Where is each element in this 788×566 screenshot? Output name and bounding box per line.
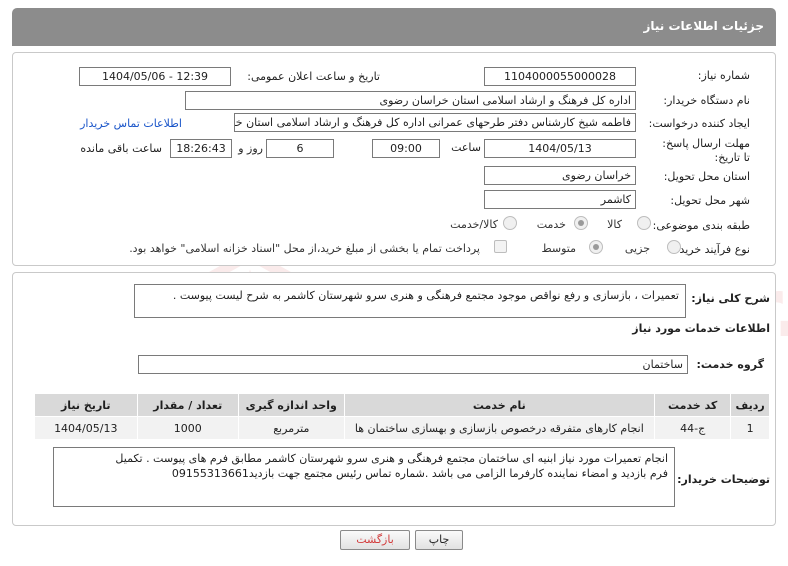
buyer-contact-link[interactable]: اطلاعات تماس خریدار: [80, 117, 182, 130]
cell-unit: مترمربع: [238, 416, 345, 440]
category-option-goods: کالا: [607, 218, 622, 231]
need-number-field[interactable]: 1104000055000028: [484, 67, 636, 86]
cell-date: 1404/05/13: [34, 416, 138, 440]
province-field[interactable]: خراسان رضوی: [484, 166, 636, 185]
days-remaining-field[interactable]: 6: [266, 139, 334, 158]
city-field[interactable]: کاشمر: [484, 190, 636, 209]
buyer-notes-line-1: انجام تعمیرات مورد نیاز ابنیه ای ساختمان…: [115, 452, 668, 465]
deadline-label: مهلت ارسال پاسخ: تا تاریخ:: [662, 137, 750, 164]
services-table: ردیف کد خدمت نام خدمت واحد اندازه گیری ت…: [34, 393, 770, 440]
category-option-service: خدمت: [536, 218, 566, 231]
buyer-notes-textarea[interactable]: انجام تعمیرات مورد نیاز ابنیه ای ساختمان…: [53, 447, 675, 507]
creator-field[interactable]: فاطمه شیخ کارشناس دفتر طرحهای عمرانی ادا…: [234, 113, 636, 132]
buyer-notes-line-2: فرم بازدید و امضاء نماینده کارفرما الزام…: [171, 467, 668, 480]
process-option-minor: جزیی: [624, 242, 650, 255]
buyer-org-label: نام دستگاه خریدار:: [663, 94, 750, 107]
category-label: طبقه بندی موضوعی:: [652, 219, 750, 232]
category-radio-service[interactable]: [574, 216, 588, 230]
need-number-label: شماره نیاز:: [697, 69, 750, 82]
announce-label: تاریخ و ساعت اعلان عمومی:: [247, 70, 380, 83]
process-radio-minor[interactable]: [667, 240, 681, 254]
process-radio-medium[interactable]: [589, 240, 603, 254]
treasury-note: پرداخت تمام یا بخشی از مبلغ خرید،از محل …: [129, 242, 480, 255]
description-label: شرح کلی نیاز:: [691, 292, 770, 305]
process-option-medium: متوسط: [541, 242, 576, 255]
cell-code: ج-44: [654, 416, 732, 440]
cell-name: انجام کارهای متفرقه درخصوص بازسازی و بهس…: [343, 416, 656, 440]
treasury-checkbox[interactable]: [494, 240, 507, 253]
buyer-notes-label: توضیحات خریدار:: [677, 473, 770, 486]
category-radio-goods-service[interactable]: [503, 216, 517, 230]
description-textarea[interactable]: تعمیرات ، بازسازی و رفع نواقص موجود مجتم…: [134, 284, 686, 318]
table-header-row: ردیف کد خدمت نام خدمت واحد اندازه گیری ت…: [34, 393, 770, 417]
announce-date-field[interactable]: 1404/05/06 - 12:39: [79, 67, 231, 86]
city-label: شهر محل تحویل:: [670, 194, 750, 207]
col-date: تاریخ نیاز: [34, 393, 138, 417]
table-row: 1 ج-44 انجام کارهای متفرقه درخصوص بازساز…: [34, 416, 770, 440]
buyer-org-field[interactable]: اداره کل فرهنگ و ارشاد اسلامی استان خراس…: [185, 91, 636, 110]
creator-label: ایجاد کننده درخواست:: [648, 117, 750, 130]
cell-qty: 1000: [136, 416, 240, 440]
remaining-time-field[interactable]: 18:26:43: [170, 139, 232, 158]
deadline-time-label: ساعت: [451, 141, 481, 154]
deadline-date-field[interactable]: 1404/05/13: [484, 139, 636, 158]
back-button[interactable]: بازگشت: [340, 530, 410, 550]
category-option-goods-service: کالا/خدمت: [450, 218, 498, 231]
col-unit: واحد اندازه گیری: [238, 393, 345, 417]
service-group-field[interactable]: ساختمان: [138, 355, 688, 374]
days-label: روز و: [238, 142, 263, 155]
services-section-title: اطلاعات خدمات مورد نیاز: [632, 322, 770, 335]
category-radio-goods[interactable]: [637, 216, 651, 230]
remaining-time-label: ساعت باقی مانده: [80, 142, 162, 155]
province-label: استان محل تحویل:: [663, 170, 750, 183]
deadline-time-field[interactable]: 09:00: [372, 139, 440, 158]
col-row: ردیف: [730, 393, 770, 417]
cell-row: 1: [730, 416, 770, 440]
col-code: کد خدمت: [654, 393, 732, 417]
page-title: جزئیات اطلاعات نیاز: [643, 19, 764, 33]
page-header: جزئیات اطلاعات نیاز: [12, 8, 776, 46]
process-label: نوع فرآیند خرید :: [672, 243, 750, 256]
col-qty: تعداد / مقدار: [136, 393, 240, 417]
col-name: نام خدمت: [343, 393, 656, 417]
print-button[interactable]: چاپ: [415, 530, 463, 550]
service-group-label: گروه خدمت:: [696, 358, 764, 371]
